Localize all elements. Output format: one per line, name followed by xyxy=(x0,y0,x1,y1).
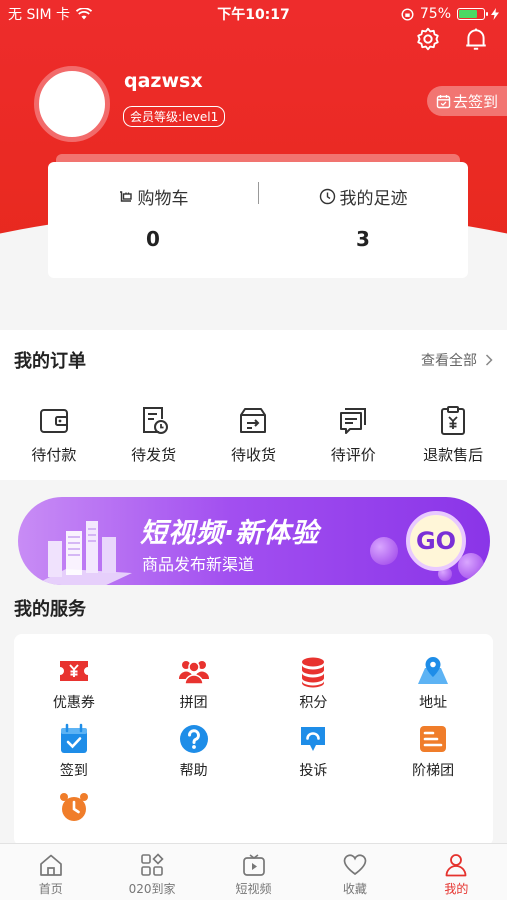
service-label: 帮助 xyxy=(179,763,208,779)
tab-o2o[interactable]: 020到家 xyxy=(101,844,202,900)
checkin-label: 去签到 xyxy=(452,92,498,111)
service-label: 投诉 xyxy=(299,763,328,779)
video-icon xyxy=(242,854,265,876)
bottom-tab-bar: 首页 020到家 短视频 收藏 我的 xyxy=(0,843,507,900)
help-icon xyxy=(179,725,208,753)
status-bar: 无 SIM 卡 下午10:17 75% xyxy=(0,0,507,28)
stat-cart[interactable]: 购物车 0 xyxy=(48,162,258,278)
tab-favorites[interactable]: 收藏 xyxy=(304,844,405,900)
bell-icon[interactable] xyxy=(463,26,489,52)
location-icon xyxy=(418,657,449,684)
service-label: 地址 xyxy=(419,695,448,711)
banner-bubble xyxy=(458,553,484,579)
comment-icon xyxy=(340,408,367,434)
box-icon xyxy=(240,408,267,433)
user-icon xyxy=(445,854,467,877)
status-time: 下午10:17 xyxy=(217,7,290,23)
stat-cart-value: 0 xyxy=(146,227,160,251)
username: qazwsx xyxy=(124,70,203,92)
service-help[interactable]: 帮助 xyxy=(134,722,254,780)
service-label: 积分 xyxy=(299,695,328,711)
view-all-label: 查看全部 xyxy=(421,353,477,369)
service-points[interactable]: 积分 xyxy=(254,654,374,712)
coupon-icon xyxy=(59,661,88,681)
tab-label: 收藏 xyxy=(342,882,367,896)
order-pending-receipt[interactable]: 待收货 xyxy=(208,404,298,465)
banner-title: 短视频·新体验 xyxy=(140,518,320,549)
orders-section: 我的订单 查看全部 待付款 待发货 待收货 待评价 退款售后 xyxy=(0,330,507,480)
grid-icon xyxy=(141,853,164,876)
service-label: 阶梯团 xyxy=(412,763,455,779)
stat-footprint-value: 3 xyxy=(356,227,370,251)
tab-short-video[interactable]: 短视频 xyxy=(203,844,304,900)
banner-subtitle: 商品发布新渠道 xyxy=(142,555,255,574)
points-icon xyxy=(302,657,325,688)
order-label: 待评价 xyxy=(330,446,376,464)
checkin-button[interactable]: 去签到 xyxy=(427,86,507,116)
cart-icon xyxy=(119,190,132,202)
service-address[interactable]: 地址 xyxy=(373,654,493,712)
stat-footprint-label: 我的足迹 xyxy=(339,189,408,209)
order-refund[interactable]: 退款售后 xyxy=(408,404,498,465)
complaint-icon xyxy=(301,727,326,751)
service-checkin[interactable]: 签到 xyxy=(14,722,134,780)
stats-card: 购物车 0 我的足迹 3 xyxy=(48,162,468,278)
order-label: 待发货 xyxy=(131,446,177,464)
order-pending-payment[interactable]: 待付款 xyxy=(9,404,99,465)
order-label: 待收货 xyxy=(230,446,276,464)
service-alarm[interactable] xyxy=(14,790,134,828)
stat-footprint[interactable]: 我的足迹 3 xyxy=(258,162,468,278)
orders-title: 我的订单 xyxy=(14,351,86,372)
order-pending-review[interactable]: 待评价 xyxy=(308,404,398,465)
service-label: 拼团 xyxy=(179,695,208,711)
battery-icon xyxy=(457,8,488,20)
view-all-orders-link[interactable]: 查看全部 xyxy=(421,350,493,370)
home-icon xyxy=(39,854,62,876)
tab-label: 020到家 xyxy=(128,882,176,896)
services-panel: 优惠券 拼团 积分 地址 签到 帮助 投诉 阶梯团 xyxy=(14,634,493,846)
heart-icon xyxy=(343,854,367,876)
order-label: 退款售后 xyxy=(423,446,484,464)
shipping-doc-icon xyxy=(142,407,168,434)
services-title: 我的服务 xyxy=(14,599,86,620)
clock-icon xyxy=(319,188,335,205)
stat-cart-label: 购物车 xyxy=(137,189,189,209)
short-video-banner[interactable]: 短视频·新体验 商品发布新渠道 GO xyxy=(18,497,490,585)
tab-label: 首页 xyxy=(38,882,63,896)
service-group-buy[interactable]: 拼团 xyxy=(134,654,254,712)
member-level-badge: 会员等级:level1 xyxy=(123,106,226,127)
tab-label: 短视频 xyxy=(235,882,272,896)
calendar-icon xyxy=(436,94,451,108)
order-label: 待付款 xyxy=(31,446,77,464)
service-complaint[interactable]: 投诉 xyxy=(254,722,374,780)
banner-bubble xyxy=(370,537,398,565)
service-coupon[interactable]: 优惠券 xyxy=(14,654,134,712)
banner-go-button[interactable]: GO xyxy=(406,511,466,571)
tab-home[interactable]: 首页 xyxy=(0,844,101,900)
service-label: 优惠券 xyxy=(52,695,95,711)
service-label: 签到 xyxy=(59,763,88,779)
chevron-right-icon xyxy=(485,354,493,366)
calendar-check-icon xyxy=(60,723,87,753)
order-pending-shipment[interactable]: 待发货 xyxy=(109,404,199,465)
service-ladder-group[interactable]: 阶梯团 xyxy=(373,722,493,780)
refund-icon xyxy=(441,406,466,435)
tab-mine[interactable]: 我的 xyxy=(406,844,507,900)
wallet-icon xyxy=(39,409,68,433)
buildings-illustration xyxy=(34,521,132,585)
tab-label: 我的 xyxy=(444,882,469,896)
ladder-icon xyxy=(420,726,447,752)
settings-icon[interactable] xyxy=(415,26,441,52)
alarm-icon xyxy=(59,793,88,821)
avatar[interactable] xyxy=(34,66,110,142)
group-icon xyxy=(178,661,209,685)
